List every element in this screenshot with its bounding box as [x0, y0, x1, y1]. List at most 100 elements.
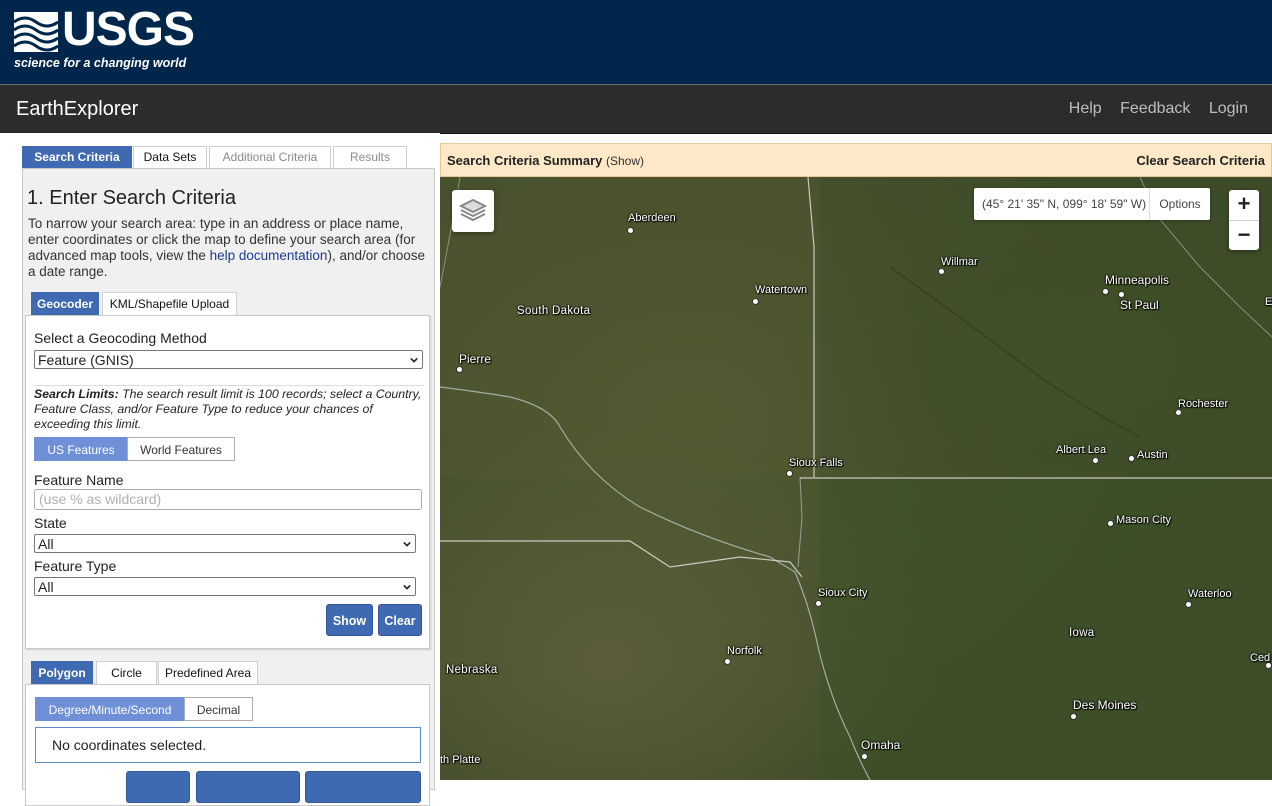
summary-title-text: Search Criteria Summary	[447, 153, 603, 168]
city-dot	[1092, 457, 1099, 464]
city-dot	[1118, 291, 1125, 298]
search-limits-label: Search Limits:	[34, 387, 119, 401]
tab-kml-shapefile-upload[interactable]: KML/Shapefile Upload	[102, 292, 237, 315]
city-label: Rochester	[1178, 398, 1229, 410]
feature-type-value: All	[38, 579, 54, 595]
summary-show-toggle[interactable]: (Show)	[606, 154, 644, 168]
state-select[interactable]: All	[34, 534, 416, 553]
city-dot	[724, 658, 731, 665]
search-criteria-panel: 1. Enter Search Criteria To narrow your …	[22, 168, 435, 806]
layers-button[interactable]	[452, 190, 494, 232]
login-link[interactable]: Login	[1209, 100, 1248, 117]
chevron-down-icon	[410, 357, 418, 363]
search-criteria-summary: Search Criteria Summary (Show) Clear Sea…	[440, 143, 1272, 177]
city-label: Ced	[1250, 652, 1271, 664]
feedback-link[interactable]: Feedback	[1120, 100, 1190, 117]
tab-additional-criteria[interactable]: Additional Criteria	[209, 146, 331, 168]
city-label: St Paul	[1120, 298, 1159, 312]
zoom-out-button[interactable]: −	[1229, 220, 1259, 251]
coordinates-list: No coordinates selected.	[35, 727, 421, 763]
cursor-coordinates-box: (45° 21' 35" N, 099° 18' 59" W) Options	[974, 188, 1210, 220]
show-button[interactable]: Show	[326, 604, 373, 636]
decimal-format-button[interactable]: Decimal	[184, 697, 253, 721]
chevron-down-icon	[403, 541, 411, 547]
help-documentation-link[interactable]: help documentation	[210, 248, 328, 263]
city-dot	[1070, 713, 1077, 720]
usgs-header: USGS science for a changing world	[0, 0, 1272, 84]
coordinate-options-button[interactable]: Options	[1149, 188, 1210, 220]
map-view[interactable]: (45° 21' 35" N, 099° 18' 59" W) Options …	[440, 177, 1272, 780]
app-navbar: EarthExplorer Help Feedback Login	[0, 84, 1272, 134]
city-label: Watertown	[755, 284, 808, 296]
city-dot	[938, 268, 945, 275]
tab-predefined-area[interactable]: Predefined Area	[158, 661, 258, 684]
us-features-button[interactable]: US Features	[34, 437, 128, 461]
dms-format-button[interactable]: Degree/Minute/Second	[35, 697, 185, 721]
city-dot	[786, 470, 793, 477]
state-value: All	[38, 536, 54, 552]
city-label: Waterloo	[1188, 588, 1232, 600]
city-label: Albert Lea	[1056, 444, 1107, 456]
layers-icon	[458, 198, 488, 222]
city-label: Pierre	[459, 352, 492, 366]
region-label-iowa: Iowa	[1069, 627, 1095, 639]
city-label: Des Moines	[1073, 698, 1137, 712]
cursor-coordinates: (45° 21' 35" N, 099° 18' 59" W)	[982, 197, 1147, 211]
city-label: th Platte	[440, 754, 481, 766]
city-label: Minneapolis	[1105, 273, 1170, 287]
city-dot	[456, 366, 463, 373]
area-action-button-2[interactable]	[196, 771, 300, 803]
state-label: State	[34, 515, 67, 531]
tab-polygon[interactable]: Polygon	[31, 661, 93, 684]
clear-search-criteria-button[interactable]: Clear Search Criteria	[1136, 153, 1265, 168]
city-dot	[627, 227, 634, 234]
search-limits-note: Search Limits: The search result limit i…	[34, 385, 424, 432]
city-label: Omaha	[861, 738, 901, 752]
city-dot	[752, 298, 759, 305]
geocoder-panel: Select a Geocoding Method Feature (GNIS)…	[25, 315, 430, 649]
city-dot	[815, 600, 822, 607]
area-action-button-1[interactable]	[126, 771, 190, 803]
tab-results[interactable]: Results	[333, 146, 407, 168]
geocoding-method-select[interactable]: Feature (GNIS)	[34, 350, 423, 369]
feature-name-label: Feature Name	[34, 472, 124, 488]
city-dot	[1107, 520, 1114, 527]
nav-links: Help Feedback Login	[1055, 100, 1248, 118]
city-label: Willmar	[941, 256, 978, 268]
feature-type-select[interactable]: All	[34, 577, 416, 596]
search-panel: Search Criteria Data Sets Additional Cri…	[0, 133, 440, 806]
tab-search-criteria[interactable]: Search Criteria	[22, 146, 132, 168]
feature-type-label: Feature Type	[34, 558, 117, 574]
zoom-in-button[interactable]: +	[1229, 190, 1259, 220]
tab-circle[interactable]: Circle	[96, 661, 157, 684]
polygon-panel: Degree/Minute/Second Decimal No coordina…	[25, 684, 430, 806]
area-action-button-3[interactable]	[305, 771, 421, 803]
city-label: E	[1265, 296, 1272, 308]
city-label: Norfolk	[727, 645, 762, 657]
city-label: Austin	[1137, 449, 1168, 461]
feature-name-input[interactable]: (use % as wildcard)	[34, 489, 422, 510]
city-label: Mason City	[1116, 514, 1172, 526]
tab-data-sets[interactable]: Data Sets	[133, 146, 207, 168]
city-dot	[1175, 409, 1182, 416]
geocoding-method-value: Feature (GNIS)	[38, 352, 134, 368]
city-dot	[1102, 288, 1109, 295]
satellite-imagery	[440, 177, 1272, 780]
region-label-south-dakota: South Dakota	[517, 305, 591, 317]
world-features-button[interactable]: World Features	[127, 437, 235, 461]
help-link[interactable]: Help	[1069, 100, 1102, 117]
search-criteria-heading: 1. Enter Search Criteria	[27, 187, 236, 209]
usgs-wave-icon	[14, 12, 58, 52]
city-dot	[861, 753, 868, 760]
city-label: Sioux City	[818, 587, 868, 599]
summary-title: Search Criteria Summary (Show)	[447, 153, 644, 168]
geocoding-method-label: Select a Geocoding Method	[34, 330, 207, 346]
usgs-logo-text: USGS	[62, 3, 195, 56]
zoom-controls: + −	[1229, 190, 1259, 250]
chevron-down-icon	[403, 584, 411, 590]
region-label-nebraska: Nebraska	[446, 664, 498, 676]
clear-button[interactable]: Clear	[378, 604, 422, 636]
tab-geocoder[interactable]: Geocoder	[31, 292, 99, 315]
app-title[interactable]: EarthExplorer	[16, 98, 138, 121]
city-dot	[1128, 455, 1135, 462]
